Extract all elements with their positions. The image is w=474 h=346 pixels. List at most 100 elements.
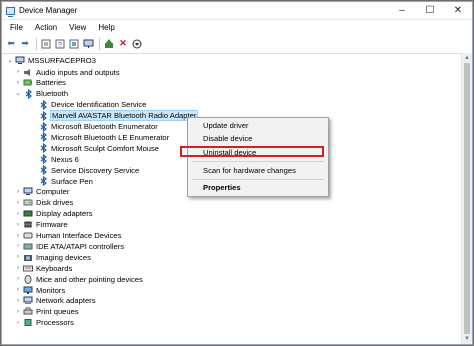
tree-item-label: Microsoft Sculpt Comfort Mouse — [51, 143, 160, 153]
chevron-right-icon[interactable]: › — [14, 276, 22, 282]
chevron-right-icon[interactable]: › — [14, 211, 22, 217]
tree-category-item[interactable]: › Audio inputs and outputs — [14, 67, 120, 78]
minimize-button[interactable]: – — [388, 2, 416, 19]
tree-category-item[interactable]: › Keyboards — [14, 263, 72, 274]
scroll-down-icon[interactable]: ▼ — [462, 334, 472, 344]
tree-item-label: Keyboards — [36, 263, 73, 273]
tree-item-label: Surface Pen — [51, 176, 93, 186]
bluetooth-icon — [38, 165, 48, 176]
tree-category-item[interactable]: › Mice and other pointing devices — [14, 274, 143, 285]
tree-category-item[interactable]: › Batteries — [14, 77, 66, 88]
tree-device-item[interactable]: Microsoft Bluetooth Enumerator — [38, 121, 158, 132]
tree-category-item[interactable]: › Network adapters — [14, 295, 96, 306]
tree-item-label: Microsoft Bluetooth LE Enumerator — [51, 132, 170, 142]
tree-category-item[interactable]: ⌄ Bluetooth — [14, 88, 68, 99]
tree-root-label: MSSURFACEPRO3 — [28, 56, 96, 65]
chevron-right-icon[interactable]: › — [14, 189, 22, 195]
chevron-right-icon[interactable]: › — [14, 233, 22, 239]
bluetooth-icon — [38, 110, 48, 121]
computer-icon — [23, 187, 33, 196]
vertical-scrollbar[interactable]: ▲ ▼ — [461, 53, 472, 344]
monitor-icon[interactable] — [82, 38, 94, 50]
tree-category-item[interactable]: › Processors — [14, 317, 74, 328]
keyboard-icon — [23, 264, 33, 273]
update-driver-icon[interactable] — [103, 38, 115, 50]
processor-icon — [23, 318, 33, 327]
tree-category-item[interactable]: › Computer — [14, 186, 69, 197]
close-button[interactable]: ✕ — [444, 2, 472, 19]
tree-category-item[interactable]: › Human Interface Devices — [14, 230, 121, 241]
menu-help[interactable]: Help — [92, 23, 120, 32]
forward-icon[interactable]: ➡ — [19, 38, 31, 50]
remove-icon[interactable]: ✕ — [117, 38, 129, 50]
tree-item-label: Display adapters — [36, 209, 93, 219]
disable-device-menu-item[interactable]: Disable device — [203, 133, 252, 144]
tree-category-item[interactable]: › Print queues — [14, 306, 79, 317]
properties-menu-item[interactable]: Properties — [203, 182, 241, 193]
firmware-icon — [23, 220, 33, 229]
battery-icon — [23, 78, 33, 87]
tree-category-item[interactable]: › Imaging devices — [14, 252, 91, 263]
context-menu: Update driver Disable device Uninstall d… — [187, 117, 329, 197]
toolbar-separator — [99, 37, 100, 50]
back-icon[interactable]: ⬅ — [5, 38, 17, 50]
properties-icon[interactable] — [40, 38, 52, 50]
maximize-button[interactable]: ☐ — [416, 2, 444, 19]
bluetooth-icon — [38, 121, 48, 132]
display-icon — [23, 209, 33, 218]
details-icon[interactable] — [68, 38, 80, 50]
tree-category-item[interactable]: › Disk drives — [14, 197, 73, 208]
computer-icon — [15, 56, 25, 65]
tree-item-label: Marvell AVASTAR Bluetooth Radio Adapter — [49, 110, 199, 122]
scroll-up-icon[interactable]: ▲ — [462, 53, 472, 63]
device-tree: ⌄ MSSURFACEPRO3 › Audio inputs and output… — [2, 53, 462, 344]
bluetooth-icon — [38, 176, 48, 186]
tree-root[interactable]: ⌄ MSSURFACEPRO3 — [6, 55, 96, 66]
tree-device-item[interactable]: Microsoft Bluetooth LE Enumerator — [38, 132, 169, 143]
toolbar-separator — [36, 37, 37, 50]
menu-file[interactable]: File — [4, 23, 29, 32]
chevron-right-icon[interactable]: › — [14, 200, 22, 206]
chevron-down-icon[interactable]: ⌄ — [14, 90, 22, 97]
tree-item-label: Device Identification Service — [51, 100, 147, 110]
scroll-thumb[interactable] — [464, 63, 470, 334]
tree-device-item[interactable]: Nexus 6 — [38, 154, 79, 165]
tree-category-item[interactable]: › Display adapters — [14, 208, 93, 219]
device-manager-icon — [6, 6, 15, 17]
tree-device-item[interactable]: Service Discovery Service — [38, 165, 139, 176]
menu-view[interactable]: View — [63, 23, 92, 32]
menu-separator — [192, 161, 324, 162]
chevron-right-icon[interactable]: › — [14, 254, 22, 260]
chevron-right-icon[interactable]: › — [14, 320, 22, 326]
chevron-right-icon[interactable]: › — [14, 222, 22, 228]
title-bar: Device Manager – ☐ ✕ — [2, 2, 472, 20]
tree-category-item[interactable]: › Monitors — [14, 285, 65, 296]
tree-device-item[interactable]: Microsoft Sculpt Comfort Mouse — [38, 143, 159, 154]
tree-item-label: Microsoft Bluetooth Enumerator — [51, 122, 158, 131]
chevron-right-icon[interactable]: › — [14, 287, 22, 293]
tree-item-label: Mice and other pointing devices — [36, 274, 143, 284]
download-icon[interactable] — [131, 38, 143, 50]
tree-device-item[interactable]: Surface Pen — [38, 176, 93, 187]
chevron-right-icon[interactable]: › — [14, 69, 22, 75]
chevron-right-icon[interactable]: › — [14, 309, 22, 315]
tree-category-item[interactable]: › IDE ATA/ATAPI controllers — [14, 241, 124, 252]
chevron-right-icon[interactable]: › — [14, 298, 22, 304]
chevron-right-icon[interactable]: › — [14, 243, 22, 249]
chevron-down-icon[interactable]: ⌄ — [6, 57, 14, 64]
tree-device-item[interactable]: Device Identification Service — [38, 99, 146, 110]
tree-item-label: Nexus 6 — [51, 154, 79, 164]
chevron-right-icon[interactable]: › — [14, 265, 22, 271]
mouse-icon — [23, 274, 33, 284]
chevron-right-icon[interactable]: › — [14, 80, 22, 86]
tree-item-label: Service Discovery Service — [51, 165, 140, 175]
update-driver-menu-item[interactable]: Update driver — [203, 120, 249, 131]
help-icon[interactable]: ? — [54, 38, 66, 50]
disk-icon — [23, 198, 33, 207]
bluetooth-icon — [38, 132, 48, 143]
menu-action[interactable]: Action — [29, 23, 63, 32]
tree-item-label: Audio inputs and outputs — [36, 67, 120, 77]
scan-hardware-menu-item[interactable]: Scan for hardware changes — [203, 165, 296, 176]
tree-category-item[interactable]: › Firmware — [14, 219, 68, 230]
tree-device-item[interactable]: Marvell AVASTAR Bluetooth Radio Adapter — [38, 110, 199, 122]
